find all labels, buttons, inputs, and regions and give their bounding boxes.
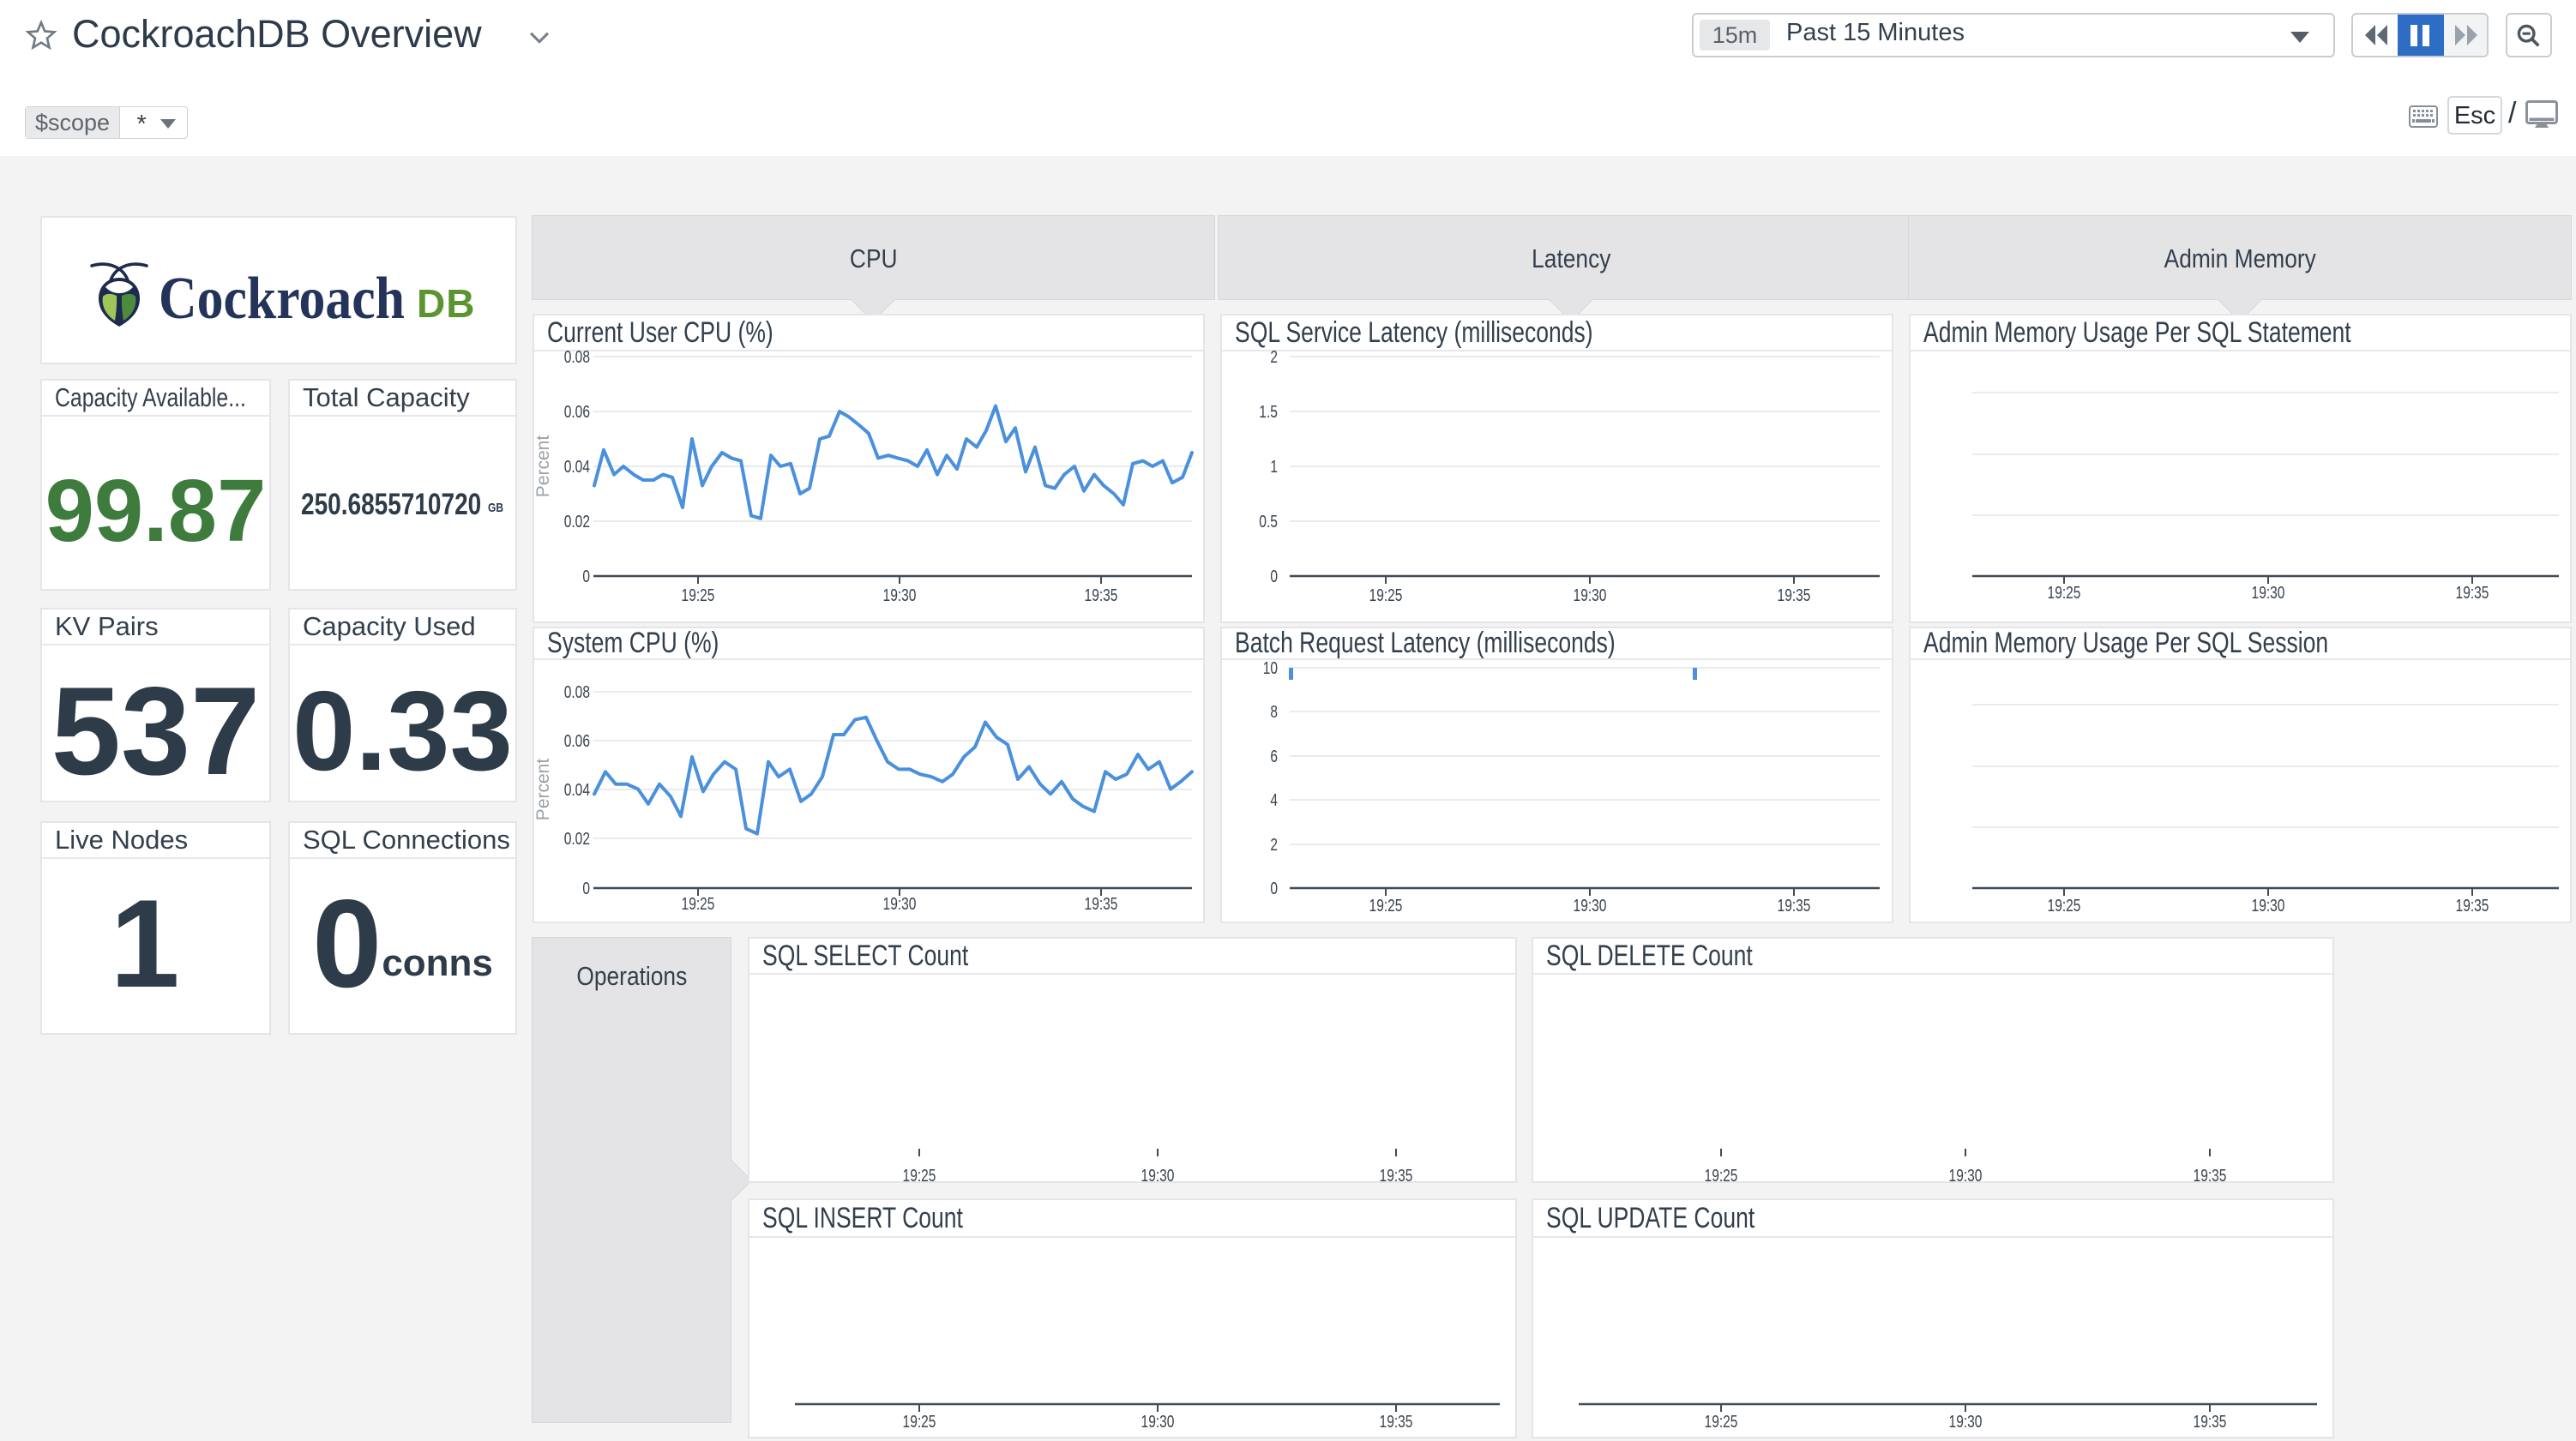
svg-text:0.04: 0.04 [564,458,590,477]
svg-text:19:30: 19:30 [2252,584,2285,603]
svg-text:19:25: 19:25 [2048,584,2081,603]
svg-text:19:35: 19:35 [2456,897,2489,916]
svg-text:19:30: 19:30 [1949,1167,1983,1181]
svg-text:10: 10 [1263,659,1278,678]
svg-text:0: 0 [582,567,590,586]
svg-text:19:35: 19:35 [1778,586,1811,605]
svg-text:0.04: 0.04 [564,781,590,800]
svg-text:0: 0 [582,880,590,898]
svg-text:2: 2 [1270,348,1278,367]
svg-text:19:30: 19:30 [1141,1167,1175,1181]
svg-text:0.02: 0.02 [564,513,590,531]
svg-text:19:35: 19:35 [1085,895,1118,914]
svg-text:2: 2 [1270,836,1278,855]
svg-text:Percent: Percent [534,435,553,498]
svg-text:19:30: 19:30 [883,586,917,605]
svg-text:8: 8 [1270,703,1278,722]
svg-text:19:35: 19:35 [2456,584,2489,603]
svg-text:6: 6 [1270,748,1278,766]
svg-text:19:35: 19:35 [1380,1167,1413,1181]
svg-text:19:25: 19:25 [1369,897,1403,916]
svg-text:DB: DB [417,281,475,326]
svg-text:19:25: 19:25 [903,1167,936,1181]
svg-text:19:25: 19:25 [1369,586,1403,605]
svg-text:0.06: 0.06 [564,732,590,751]
svg-text:19:25: 19:25 [682,895,715,914]
svg-text:19:30: 19:30 [1574,897,1607,916]
svg-text:4: 4 [1270,791,1278,810]
svg-text:19:30: 19:30 [883,895,917,914]
svg-text:0.5: 0.5 [1259,513,1278,531]
svg-text:Percent: Percent [534,759,553,821]
svg-text:19:35: 19:35 [1778,897,1811,916]
svg-text:19:30: 19:30 [2252,897,2285,916]
svg-text:19:25: 19:25 [903,1413,936,1432]
svg-text:Cockroach: Cockroach [159,266,405,332]
svg-text:19:30: 19:30 [1949,1413,1983,1432]
svg-text:1.5: 1.5 [1259,403,1278,422]
svg-text:19:25: 19:25 [1705,1413,1738,1432]
svg-text:0: 0 [1270,567,1278,586]
svg-text:0.02: 0.02 [564,830,590,849]
svg-text:19:35: 19:35 [1085,586,1118,605]
svg-text:19:35: 19:35 [2194,1167,2227,1181]
svg-text:0.08: 0.08 [564,348,590,367]
svg-text:19:30: 19:30 [1574,586,1607,605]
svg-text:0.06: 0.06 [564,403,590,422]
svg-text:19:25: 19:25 [682,586,715,605]
svg-text:0: 0 [1270,880,1278,898]
svg-text:19:35: 19:35 [2194,1413,2227,1432]
svg-text:0.08: 0.08 [564,683,590,702]
svg-text:19:30: 19:30 [1141,1413,1175,1432]
svg-text:19:25: 19:25 [1705,1167,1738,1181]
svg-text:19:35: 19:35 [1380,1413,1413,1432]
svg-text:1: 1 [1270,458,1278,477]
svg-text:19:25: 19:25 [2048,897,2081,916]
